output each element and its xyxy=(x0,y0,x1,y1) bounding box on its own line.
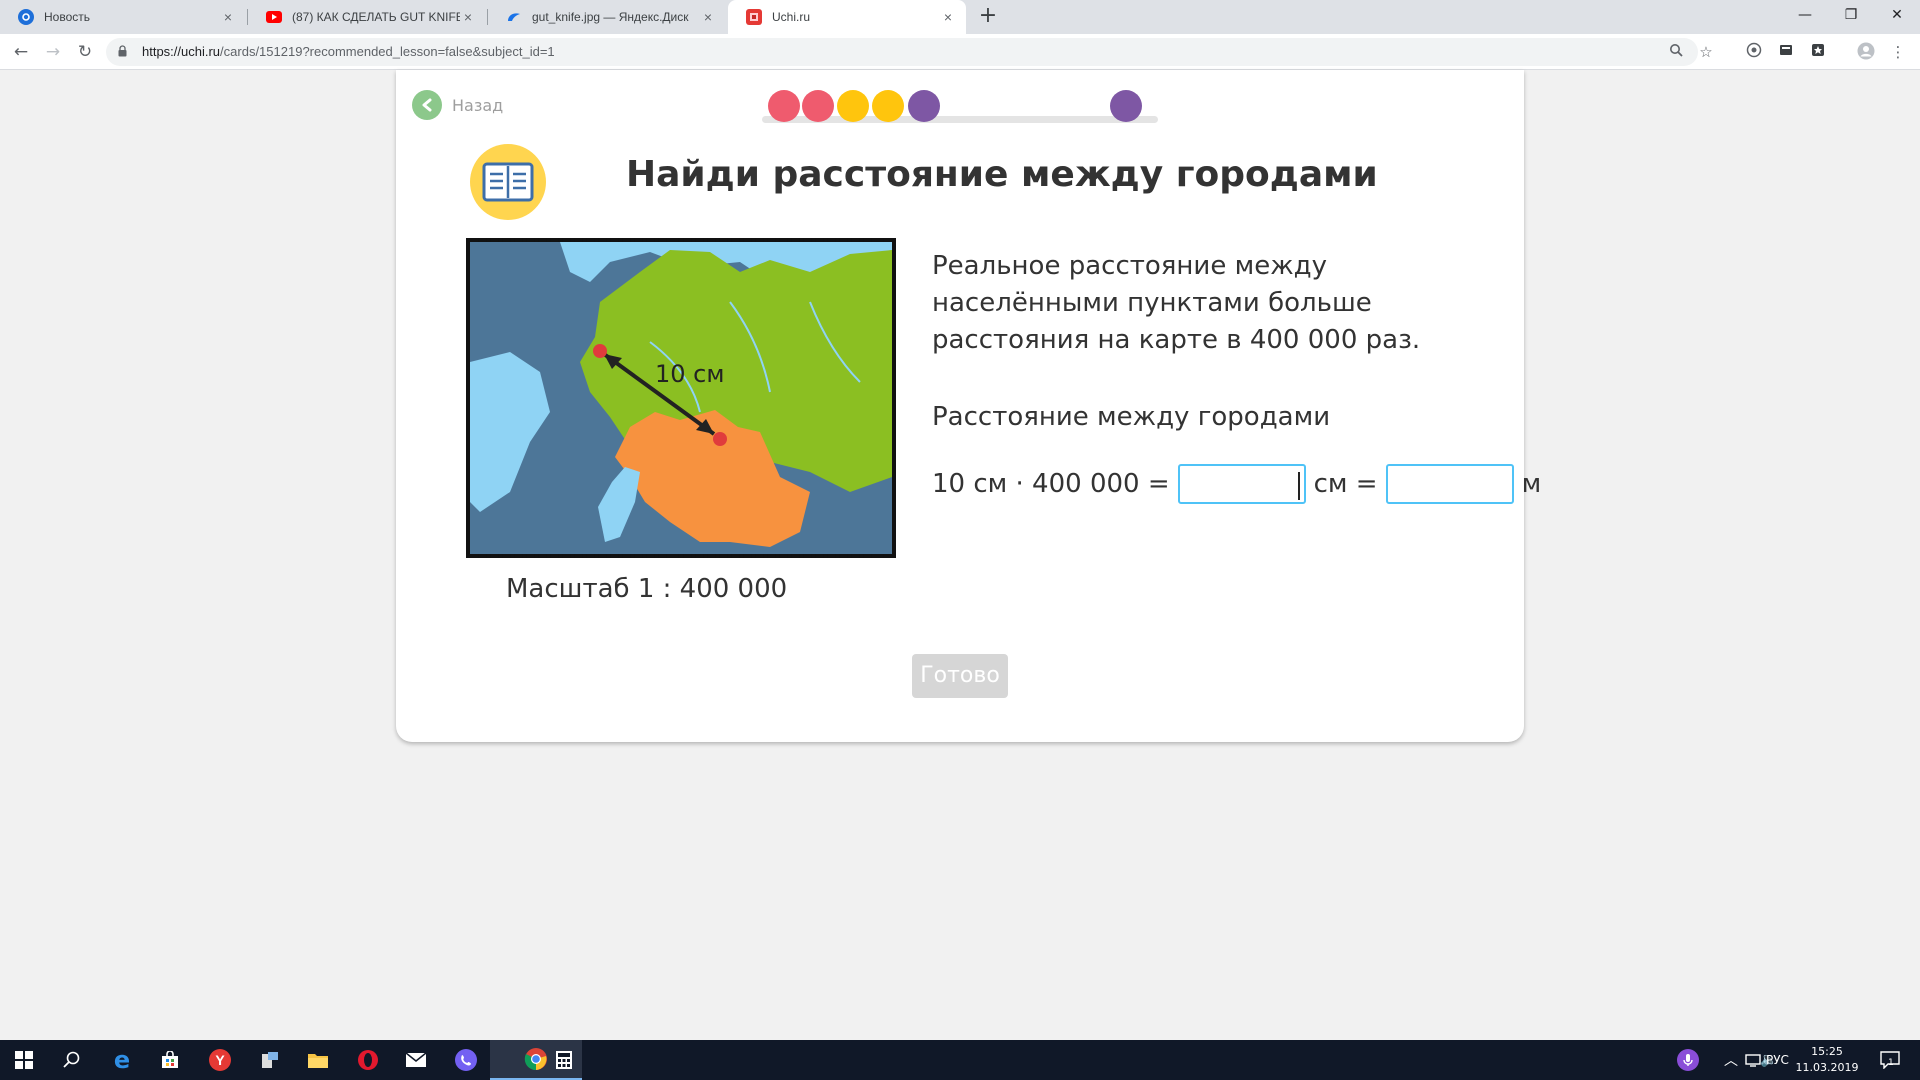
chevron-up-icon[interactable]: ︿ xyxy=(1724,1040,1738,1080)
back-label: Назад xyxy=(452,95,504,115)
tab-title: Новость xyxy=(44,10,91,24)
answer-cm-input[interactable] xyxy=(1177,464,1306,504)
store-icon[interactable] xyxy=(146,1040,194,1080)
clock-date: 11.03.2019 xyxy=(1795,1061,1859,1074)
close-tab-icon[interactable]: × xyxy=(940,9,956,25)
tab-title: gut_knife.jpg — Яндекс.Диск xyxy=(532,10,689,24)
equation-prefix: 10 см · 400 000 = xyxy=(932,469,1170,499)
description-paragraph: Реальное расстояние между населёнными пу… xyxy=(932,251,1421,355)
map-distance-label: 10 см xyxy=(655,360,724,388)
scale-label: Масштаб 1 : 400 000 xyxy=(506,574,788,604)
url-text: https://uchi.ru/cards/151219?recommended… xyxy=(142,44,555,59)
tab-title: Uchi.ru xyxy=(772,10,811,24)
tab-title: (87) КАК СДЕЛАТЬ GUT KNIFE А xyxy=(292,10,460,24)
progress-dot xyxy=(908,90,940,122)
unit-cm-label: см = xyxy=(1313,469,1378,499)
address-bar[interactable]: https://uchi.ru/cards/151219?recommended… xyxy=(106,38,1713,66)
progress-dot xyxy=(802,90,834,122)
extension-icon[interactable] xyxy=(1744,42,1764,62)
zoom-icon[interactable] xyxy=(1666,42,1686,62)
file-explorer-icon[interactable] xyxy=(294,1040,342,1080)
opera-icon[interactable] xyxy=(344,1040,392,1080)
page-viewport: Назад Найди расстояние между городами 10… xyxy=(0,70,1920,1040)
youtube-favicon-icon xyxy=(266,11,282,23)
window-close-button[interactable]: ✕ xyxy=(1874,0,1920,30)
close-tab-icon[interactable]: × xyxy=(460,9,476,25)
extension-icon[interactable] xyxy=(1776,42,1796,62)
task-card: Назад Найди расстояние между городами 10… xyxy=(396,70,1541,742)
minimize-button[interactable]: — xyxy=(1782,0,1828,30)
back-link[interactable]: Назад xyxy=(412,90,503,120)
viber-icon[interactable] xyxy=(442,1040,490,1080)
microphone-icon[interactable] xyxy=(1676,1040,1700,1080)
windows-taskbar: e Y ︿ 🔈 РУС 15:25 11.03.2019 1 xyxy=(0,1040,1920,1080)
notification-center-icon[interactable]: 1 xyxy=(1880,1040,1900,1080)
progress-dot xyxy=(1110,90,1142,122)
equation-row: 10 см · 400 000 = см = м xyxy=(932,464,1541,504)
progress-tracker xyxy=(762,88,1158,128)
done-button[interactable]: Готово xyxy=(912,654,1008,698)
map-illustration: 10 см xyxy=(470,242,892,554)
map-image: 10 см xyxy=(466,238,896,558)
news-favicon-icon xyxy=(18,9,34,25)
mail-icon[interactable] xyxy=(392,1040,440,1080)
back-nav-button[interactable]: ← xyxy=(10,41,32,63)
app-icon[interactable] xyxy=(246,1040,294,1080)
edge-icon[interactable]: e xyxy=(98,1040,146,1080)
tab-youtube[interactable]: (87) КАК СДЕЛАТЬ GUT KNIFE А × xyxy=(248,0,486,34)
menu-kebab-icon[interactable]: ⋮ xyxy=(1888,42,1908,62)
browser-toolbar: ← → ↻ https://uchi.ru/cards/151219?recom… xyxy=(0,34,1920,70)
uchi-favicon-icon xyxy=(746,9,762,25)
progress-dot xyxy=(837,90,869,122)
question-text: Расстояние между городами xyxy=(932,402,1331,432)
yandex-browser-icon[interactable]: Y xyxy=(196,1040,244,1080)
close-tab-icon[interactable]: × xyxy=(700,9,716,25)
search-icon[interactable] xyxy=(48,1040,96,1080)
task-description: Реальное расстояние между населёнными пу… xyxy=(932,248,1492,436)
lock-icon xyxy=(118,45,127,57)
restore-button[interactable]: ❐ xyxy=(1828,0,1874,30)
unit-m-label: м xyxy=(1521,469,1542,499)
book-icon xyxy=(470,144,546,220)
new-tab-button[interactable]: + xyxy=(976,5,1000,29)
tab-yandex-disk[interactable]: gut_knife.jpg — Яндекс.Диск × xyxy=(488,0,726,34)
language-indicator[interactable]: РУС xyxy=(1766,1040,1789,1080)
forward-nav-button[interactable]: → xyxy=(42,41,64,63)
tab-news[interactable]: Новость × xyxy=(0,0,246,34)
close-tab-icon[interactable]: × xyxy=(220,9,236,25)
back-arrow-icon xyxy=(412,90,442,120)
calculator-icon[interactable] xyxy=(540,1040,588,1080)
tab-uchi[interactable]: Uchi.ru × xyxy=(728,0,966,34)
clock-time: 15:25 xyxy=(1811,1045,1843,1058)
windows-start-icon[interactable] xyxy=(0,1040,48,1080)
notification-count: 1 xyxy=(1888,1058,1894,1068)
task-title: Найди расстояние между городами xyxy=(626,154,1378,195)
bookmark-star-icon[interactable]: ☆ xyxy=(1696,42,1716,62)
tab-strip: Новость × (87) КАК СДЕЛАТЬ GUT KNIFE А ×… xyxy=(0,0,1920,34)
svg-text:Y: Y xyxy=(215,1052,225,1068)
system-clock[interactable]: 15:25 11.03.2019 xyxy=(1790,1044,1864,1076)
answer-m-input[interactable] xyxy=(1385,464,1514,504)
profile-avatar-icon[interactable] xyxy=(1856,42,1876,62)
extension-icon[interactable] xyxy=(1808,42,1828,62)
progress-dot xyxy=(768,90,800,122)
progress-dot xyxy=(872,90,904,122)
reload-button[interactable]: ↻ xyxy=(74,41,96,63)
yandex-disk-favicon-icon xyxy=(506,9,522,25)
